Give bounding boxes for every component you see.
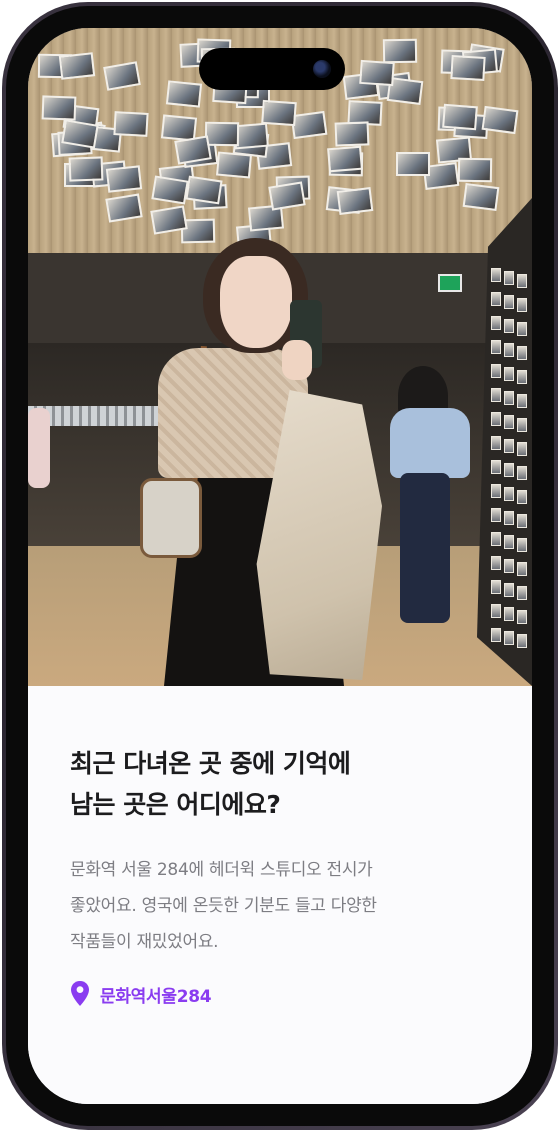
ceiling-snapshot [151, 175, 190, 205]
ceiling-snapshot [383, 38, 418, 64]
photo-background-woman-top [390, 408, 470, 478]
wall-snapshot [504, 319, 514, 333]
wall-snapshot [491, 316, 501, 330]
question-line-2: 남는 곳은 어디에요? [70, 790, 281, 819]
location-tag[interactable]: 문화역서울284 [70, 980, 212, 1008]
wall-snapshot [517, 562, 527, 576]
wall-snapshot [517, 346, 527, 360]
ceiling-snapshot [166, 80, 203, 108]
wall-snapshot [491, 604, 501, 618]
ceiling-snapshot [113, 110, 150, 137]
ceiling-snapshot [441, 104, 478, 131]
wall-snapshot [491, 628, 501, 642]
wall-snapshot [504, 415, 514, 429]
wall-snapshot [491, 436, 501, 450]
answer-line-2: 좋았어요. 영국에 온듯한 기분도 들고 다양한 [70, 896, 377, 916]
ceiling-snapshot [68, 155, 103, 182]
wall-snapshot [517, 514, 527, 528]
wall-snapshot [504, 559, 514, 573]
wall-snapshot [491, 292, 501, 306]
wall-snapshot [504, 463, 514, 477]
wall-snapshot [517, 322, 527, 336]
ceiling-snapshot [205, 121, 240, 146]
ceiling-snapshot [41, 95, 77, 121]
wall-snapshot [491, 580, 501, 594]
dynamic-island [199, 48, 345, 90]
post-question: 최근 다녀온 곳 중에 기억에 남는 곳은 어디에요? [70, 743, 490, 825]
wall-snapshot [491, 460, 501, 474]
wall-snapshot [517, 634, 527, 648]
ceiling-snapshot [185, 175, 223, 205]
wall-snapshot [517, 418, 527, 432]
ceiling-snapshot [268, 181, 306, 211]
question-line-1: 최근 다녀온 곳 중에 기억에 [70, 749, 351, 778]
wall-snapshot [517, 586, 527, 600]
wall-snapshot [491, 532, 501, 546]
phone-frame: 최근 다녀온 곳 중에 기억에 남는 곳은 어디에요? 문화역 서울 284에 … [2, 2, 558, 1130]
ceiling-snapshot [61, 119, 100, 149]
front-camera [313, 60, 331, 78]
photo-background-woman-jeans [400, 473, 450, 623]
wall-snapshot [491, 484, 501, 498]
ceiling-snapshot [106, 164, 143, 193]
location-label: 문화역서울284 [100, 986, 212, 1007]
photo-exit-sign [438, 274, 462, 292]
ceiling-snapshot [395, 152, 430, 177]
wall-snapshot [517, 538, 527, 552]
wall-snapshot [517, 442, 527, 456]
photo-woman-face [220, 256, 292, 348]
wall-snapshot [504, 535, 514, 549]
wall-snapshot [517, 298, 527, 312]
wall-snapshot [504, 367, 514, 381]
wall-snapshot [504, 439, 514, 453]
wall-snapshot [504, 487, 514, 501]
ceiling-snapshot [336, 186, 373, 215]
ceiling-snapshot [58, 51, 96, 80]
wall-snapshot [491, 388, 501, 402]
ceiling-snapshot [334, 121, 370, 147]
wall-snapshot [504, 631, 514, 645]
location-pin-icon [71, 981, 89, 1006]
ceiling-snapshot [327, 145, 364, 173]
photo-person-left [28, 408, 50, 488]
post-photo[interactable] [28, 28, 532, 686]
ceiling-snapshot [457, 157, 493, 182]
phone-bezel: 최근 다녀온 곳 중에 기억에 남는 곳은 어디에요? 문화역 서울 284에 … [6, 6, 554, 1126]
wall-snapshot [517, 394, 527, 408]
ceiling-snapshot [105, 193, 143, 223]
wall-snapshot [517, 610, 527, 624]
wall-snapshot [504, 295, 514, 309]
wall-snapshot [504, 607, 514, 621]
wall-snapshot [491, 364, 501, 378]
wall-snapshot [491, 340, 501, 354]
wall-snapshot [504, 391, 514, 405]
photo-bag [140, 478, 202, 558]
wall-snapshot [504, 343, 514, 357]
ceiling-snapshot [481, 105, 518, 134]
wall-snapshot [517, 274, 527, 288]
ceiling-snapshot [449, 55, 486, 82]
photo-hand [282, 340, 312, 380]
wall-snapshot [491, 412, 501, 426]
screen: 최근 다녀온 곳 중에 기억에 남는 곳은 어디에요? 문화역 서울 284에 … [28, 28, 532, 1104]
post-content: 최근 다녀온 곳 중에 기억에 남는 곳은 어디에요? 문화역 서울 284에 … [28, 686, 532, 1104]
wall-snapshot [504, 271, 514, 285]
wall-snapshot [517, 466, 527, 480]
ceiling-snapshot [103, 61, 142, 91]
wall-snapshot [504, 511, 514, 525]
ceiling-snapshot [261, 99, 297, 127]
ceiling-snapshot [462, 183, 499, 212]
answer-line-3: 작품들이 재밌었어요. [70, 932, 219, 952]
wall-snapshot [517, 490, 527, 504]
wall-snapshot [491, 268, 501, 282]
photo-window [28, 406, 178, 426]
wall-snapshot [491, 508, 501, 522]
ceiling-snapshot [359, 60, 396, 87]
wall-snapshot [491, 556, 501, 570]
answer-line-1: 문화역 서울 284에 헤더윅 스튜디오 전시가 [70, 860, 373, 880]
wall-snapshot [504, 583, 514, 597]
wall-snapshot [517, 370, 527, 384]
post-answer: 문화역 서울 284에 헤더윅 스튜디오 전시가 좋았어요. 영국에 온듯한 기… [70, 852, 490, 960]
